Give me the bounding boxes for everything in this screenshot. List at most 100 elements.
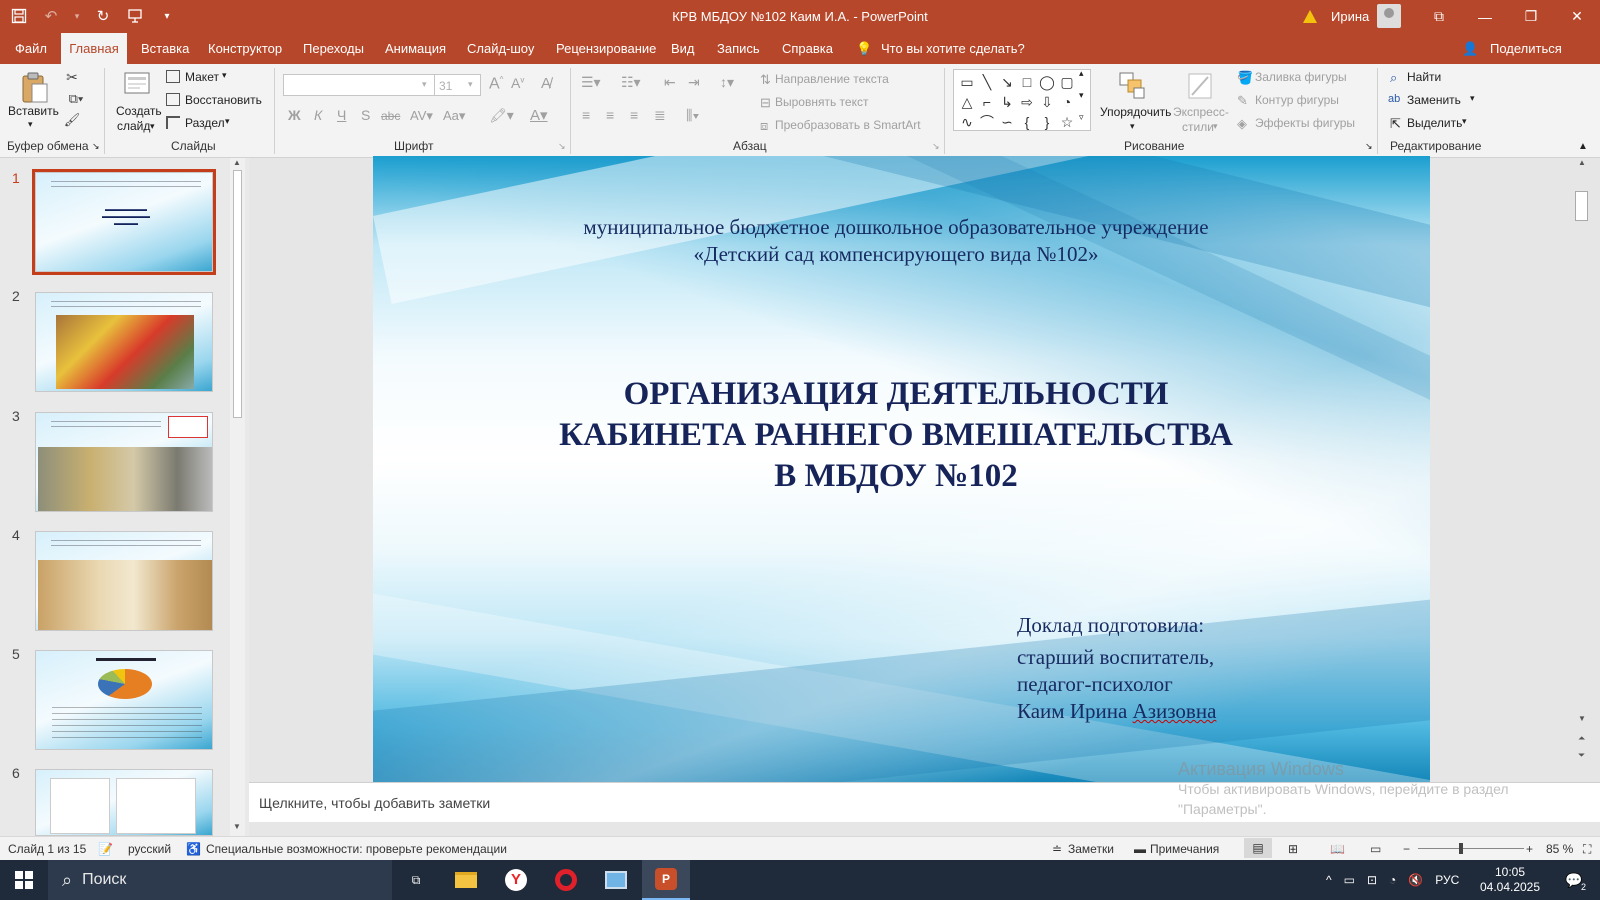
font-size-combo[interactable]: 31 ▾ xyxy=(434,74,481,96)
undo-icon[interactable]: ↶ xyxy=(40,5,62,27)
font-size-dropdown-icon[interactable]: ▾ xyxy=(468,79,473,90)
quick-styles-label-1[interactable]: Экспресс- xyxy=(1173,105,1229,119)
text-direction-button[interactable]: Направление текста xyxy=(775,72,889,86)
gallery-more-icon[interactable]: ▿ xyxy=(1079,112,1084,123)
collapse-ribbon-icon[interactable]: ▲ xyxy=(1578,141,1588,152)
accessibility-status[interactable]: Специальные возможности: проверьте реком… xyxy=(206,842,507,856)
line-spacing-icon[interactable]: ↕▾ xyxy=(720,74,734,91)
format-painter-icon[interactable]: 🖌 xyxy=(64,112,81,128)
triangle-shape-icon[interactable]: △ xyxy=(957,92,977,112)
warning-icon[interactable] xyxy=(1303,9,1317,23)
clear-format-icon[interactable]: A̸ xyxy=(541,75,551,92)
new-slide-label-1[interactable]: Создать xyxy=(116,104,162,118)
thumbnail-scrollbar[interactable]: ▲ ▼ xyxy=(230,158,245,836)
underline-button[interactable]: Ч xyxy=(337,107,346,123)
redo-icon[interactable]: ↻ xyxy=(92,5,114,27)
undo-dropdown-icon[interactable]: ▾ xyxy=(72,5,82,27)
drawing-launcher-icon[interactable]: ↘ xyxy=(1365,141,1373,152)
rectangle-shape-icon[interactable]: □ xyxy=(1017,72,1037,92)
slideshow-view-icon[interactable]: ▭ xyxy=(1370,842,1381,856)
zoom-level[interactable]: 85 % xyxy=(1546,842,1573,856)
columns-icon[interactable]: ⫼▾ xyxy=(686,107,699,124)
align-text-icon[interactable]: ⊟ xyxy=(760,95,771,111)
tab-record[interactable]: Запись xyxy=(717,41,760,56)
zoom-slider[interactable] xyxy=(1418,848,1524,849)
wifi-icon[interactable]: ◔ xyxy=(1389,873,1396,887)
slide-thumbnail-2[interactable] xyxy=(35,292,213,392)
language-indicator[interactable]: русский xyxy=(128,842,171,856)
elbow-arrow-icon[interactable]: ↳ xyxy=(997,92,1017,112)
shapes-gallery[interactable]: ▭ ╲ ↘ □ ◯ ▢ △ ⌐ ↳ ⇨ ⇩ ◔ ∿ ⌒ ∽ { } ☆ xyxy=(953,69,1091,131)
scroll-thumb[interactable] xyxy=(1575,191,1588,221)
gallery-up-icon[interactable]: ▴ xyxy=(1079,68,1084,79)
smartart-icon[interactable]: ⧈ xyxy=(760,118,768,134)
arrow-line-shape-icon[interactable]: ↘ xyxy=(997,72,1017,92)
section-dropdown-icon[interactable]: ▾ xyxy=(225,116,230,127)
font-name-dropdown-icon[interactable]: ▾ xyxy=(422,79,427,90)
slide-sorter-icon[interactable]: ⊞ xyxy=(1288,842,1298,856)
minimize-icon[interactable]: — xyxy=(1462,0,1508,33)
file-explorer-icon[interactable] xyxy=(442,860,490,900)
select-icon[interactable]: ⇱ xyxy=(1390,116,1401,132)
main-slide[interactable]: муниципальное бюджетное дошкольное образ… xyxy=(373,156,1430,790)
replace-icon[interactable]: ab xyxy=(1388,93,1400,105)
tab-home[interactable]: Главная xyxy=(61,33,127,64)
tell-me-search[interactable]: Что вы хотите сделать? xyxy=(881,41,1025,56)
down-arrow-shape-icon[interactable]: ⇩ xyxy=(1037,92,1057,112)
previous-slide-icon[interactable]: ⏶ xyxy=(1578,733,1585,744)
tab-transitions[interactable]: Переходы xyxy=(303,41,364,56)
numbering-icon[interactable]: ☷▾ xyxy=(621,74,641,91)
tab-review[interactable]: Рецензирование xyxy=(556,41,656,56)
reading-view-icon[interactable]: 📖 xyxy=(1330,842,1345,856)
align-right-icon[interactable]: ≡ xyxy=(630,107,638,123)
close-icon[interactable]: ✕ xyxy=(1554,0,1600,33)
textbox-shape-icon[interactable]: ▭ xyxy=(957,72,977,92)
tab-insert[interactable]: Вставка xyxy=(141,41,189,56)
slide-thumbnail-3[interactable] xyxy=(35,412,213,512)
paste-icon[interactable] xyxy=(18,70,52,106)
scroll-down-icon[interactable]: ▼ xyxy=(233,822,241,831)
replace-button[interactable]: Заменить xyxy=(1407,93,1461,107)
shape-fill-button[interactable]: Заливка фигуры xyxy=(1255,70,1347,84)
right-brace-icon[interactable]: } xyxy=(1037,112,1057,132)
new-slide-dropdown-icon[interactable]: ▾ xyxy=(150,121,155,132)
italic-button[interactable]: К xyxy=(314,107,322,123)
slide-scrollbar[interactable]: ▲ ▼ ⏶ ⏷ xyxy=(1569,158,1600,780)
replace-dropdown-icon[interactable]: ▾ xyxy=(1470,93,1475,104)
star-shape-icon[interactable]: ☆ xyxy=(1057,112,1077,132)
paste-button[interactable]: Вставить xyxy=(8,104,59,118)
author-block[interactable]: Доклад подготовила: старший воспитатель,… xyxy=(1017,612,1216,725)
start-button[interactable] xyxy=(0,860,48,900)
scroll-down-icon[interactable]: ▼ xyxy=(1578,714,1586,723)
reset-button[interactable]: Восстановить xyxy=(185,93,262,107)
comments-button[interactable]: Примечания xyxy=(1150,842,1219,856)
bullets-icon[interactable]: ☰▾ xyxy=(581,74,601,91)
align-text-button[interactable]: Выровнять текст xyxy=(775,95,868,109)
right-arrow-shape-icon[interactable]: ⇨ xyxy=(1017,92,1037,112)
increase-font-icon[interactable]: A^ xyxy=(489,75,503,93)
text-direction-icon[interactable]: ⇅ xyxy=(760,72,771,88)
volume-icon[interactable]: 🔇 xyxy=(1408,873,1423,887)
rounded-rect-shape-icon[interactable]: ▢ xyxy=(1057,72,1077,92)
avatar[interactable] xyxy=(1377,4,1402,28)
scroll-up-icon[interactable]: ▲ xyxy=(233,158,241,167)
scroll-thumb[interactable] xyxy=(233,170,242,418)
meet-now-icon[interactable]: ⊡ xyxy=(1367,873,1377,887)
callout-shape-icon[interactable]: ◔ xyxy=(1057,92,1077,112)
curve-shape-icon[interactable]: ∽ xyxy=(997,112,1017,132)
tab-design[interactable]: Конструктор xyxy=(208,41,282,56)
change-case-icon[interactable]: Aa▾ xyxy=(443,108,465,124)
paste-dropdown-icon[interactable]: ▾ xyxy=(28,119,33,130)
decrease-font-icon[interactable]: Av xyxy=(511,75,524,91)
shape-fill-icon[interactable]: 🪣 xyxy=(1237,70,1253,86)
ribbon-display-options-icon[interactable]: ⧉ xyxy=(1416,0,1462,33)
arrange-dropdown-icon[interactable]: ▾ xyxy=(1130,121,1135,132)
clipboard-launcher-icon[interactable]: ↘ xyxy=(92,141,100,152)
slide-thumbnail-5[interactable] xyxy=(35,650,213,750)
arrange-button[interactable]: Упорядочить xyxy=(1100,105,1171,119)
battery-icon[interactable]: ▭ xyxy=(1344,873,1355,887)
task-view-icon[interactable]: ⧉ xyxy=(392,860,440,900)
decrease-indent-icon[interactable]: ⇤ xyxy=(664,74,676,91)
presentation-icon[interactable] xyxy=(124,5,146,27)
shape-effects-icon[interactable]: ◈ xyxy=(1237,116,1247,132)
